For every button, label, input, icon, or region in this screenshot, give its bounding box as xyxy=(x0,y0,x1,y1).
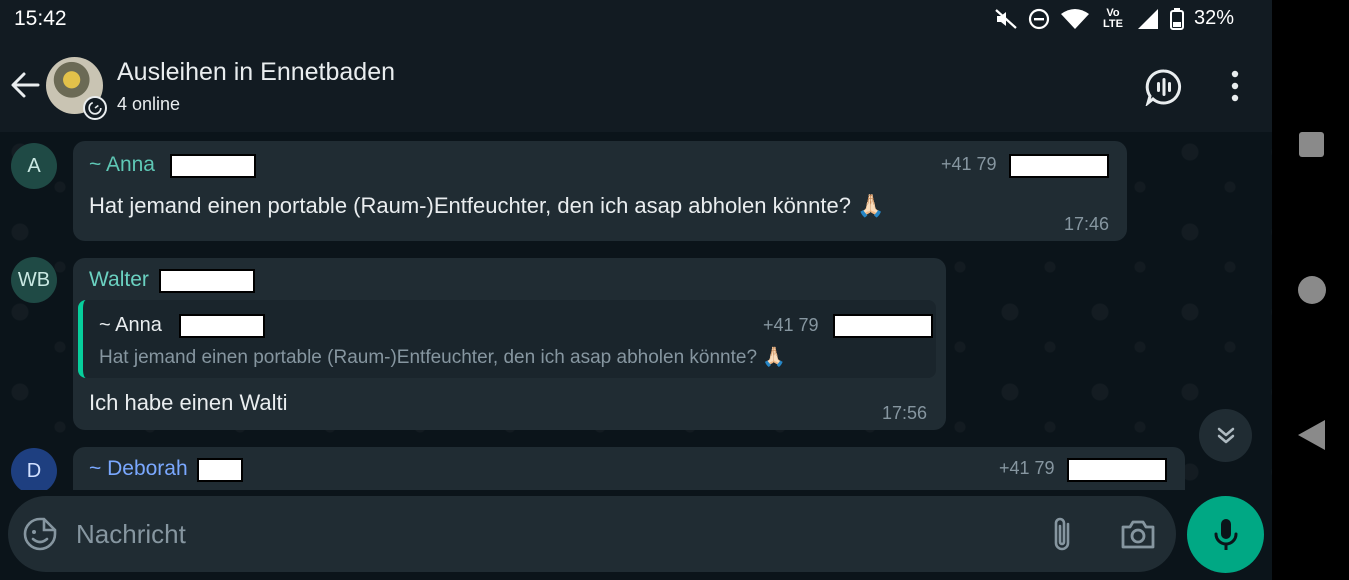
disappearing-timer-icon xyxy=(83,96,107,120)
chat-header: Ausleihen in Ennetbaden 4 online xyxy=(0,40,1272,132)
message-time: 17:46 xyxy=(1064,214,1110,234)
message-text: Ich habe einen Walti xyxy=(89,390,288,415)
voice-message-button[interactable] xyxy=(1187,496,1264,573)
signal-icon xyxy=(1137,8,1158,29)
scroll-to-bottom-button[interactable] xyxy=(1199,409,1252,462)
phone-screen: 15:42 Vo LTE 32% Ausleihen in Ennetbaden… xyxy=(0,0,1272,580)
attach-icon[interactable] xyxy=(1046,514,1080,554)
message-bubble[interactable]: ~ Deborah +41 79 xyxy=(73,447,1185,490)
android-nav-bar xyxy=(1272,0,1349,580)
quote-text: Hat jemand einen portable (Raum-)Entfeuc… xyxy=(99,347,786,368)
sender-name[interactable]: ~ Anna xyxy=(89,153,155,177)
redacted-name xyxy=(159,269,255,293)
quote-phone: +41 79 xyxy=(763,315,819,335)
status-bar: 15:42 Vo LTE 32% xyxy=(0,0,1272,40)
redacted-phone xyxy=(833,314,933,338)
message-input[interactable] xyxy=(76,514,1036,554)
redacted-phone xyxy=(1009,154,1109,178)
camera-icon[interactable] xyxy=(1118,514,1158,554)
recents-button[interactable] xyxy=(1299,132,1324,157)
sender-phone: +41 79 xyxy=(999,458,1055,478)
message-text: Hat jemand einen portable (Raum-)Entfeuc… xyxy=(89,193,885,218)
message-bubble[interactable]: ~ Anna +41 79 Hat jemand einen portable … xyxy=(73,141,1127,241)
wifi-icon xyxy=(1060,8,1089,29)
status-icons: Vo LTE 32% xyxy=(994,7,1234,30)
chat-title[interactable]: Ausleihen in Ennetbaden xyxy=(117,58,395,87)
status-time: 15:42 xyxy=(14,7,67,30)
redacted-name xyxy=(170,154,256,178)
sticker-emoji-icon[interactable] xyxy=(22,516,58,552)
mute-icon xyxy=(995,8,1017,29)
message-time: 17:56 xyxy=(882,403,928,423)
sender-name[interactable]: ~ Deborah xyxy=(89,457,188,481)
more-vert-icon[interactable] xyxy=(1222,68,1248,104)
quoted-message[interactable]: ~ Anna +41 79 Hat jemand einen portable … xyxy=(78,300,936,378)
home-button[interactable] xyxy=(1298,276,1326,304)
chat-messages[interactable]: A ~ Anna +41 79 Hat jemand einen portabl… xyxy=(0,132,1272,490)
redacted-name xyxy=(179,314,265,338)
back-arrow-icon[interactable] xyxy=(8,68,42,102)
double-chevron-down-icon xyxy=(1217,427,1234,443)
quote-sender: ~ Anna xyxy=(99,314,162,336)
sender-avatar[interactable]: A xyxy=(11,143,57,189)
battery-icon xyxy=(1169,7,1184,30)
battery-percent: 32% xyxy=(1193,7,1234,29)
sender-avatar[interactable]: WB xyxy=(11,257,57,303)
chat-subtitle: 4 online xyxy=(117,94,181,114)
dnd-icon xyxy=(1028,8,1050,29)
redacted-name xyxy=(197,458,243,482)
message-composer xyxy=(8,496,1176,572)
microphone-icon xyxy=(1214,518,1237,550)
nav-back-button[interactable] xyxy=(1298,420,1325,450)
sender-name[interactable]: Walter xyxy=(89,268,149,292)
sender-phone: +41 79 xyxy=(941,154,997,174)
voice-chat-icon[interactable] xyxy=(1145,68,1183,106)
redacted-phone xyxy=(1067,458,1167,482)
message-bubble[interactable]: Walter ~ Anna +41 79 Hat jemand einen po… xyxy=(73,258,946,430)
sender-avatar[interactable]: D xyxy=(11,448,57,490)
volte-icon: Vo LTE xyxy=(1102,6,1123,30)
